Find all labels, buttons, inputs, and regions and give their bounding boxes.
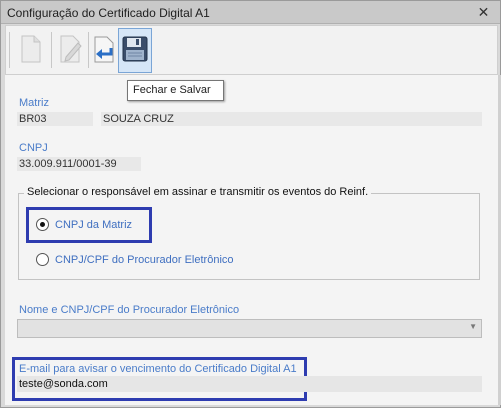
matriz-label: Matriz xyxy=(19,97,49,109)
close-button[interactable]: ✕ xyxy=(475,4,492,20)
cnpj-field: 33.009.911/0001-39 xyxy=(17,157,141,171)
title-bar: Configuração do Certificado Digital A1 ✕ xyxy=(1,1,500,24)
new-button[interactable] xyxy=(14,28,48,73)
cnpj-label: CNPJ xyxy=(19,142,48,154)
toolbar-grip xyxy=(9,32,10,68)
toolbar xyxy=(5,25,498,75)
responsavel-legend: Selecionar o responsável em assinar e tr… xyxy=(24,186,372,198)
matriz-name-field: SOUZA CRUZ xyxy=(101,112,482,126)
save-close-button[interactable] xyxy=(118,28,152,73)
edit-button[interactable] xyxy=(54,28,88,73)
radio-cnpj-matriz-label: CNPJ da Matriz xyxy=(55,218,133,231)
email-field[interactable]: teste@sonda.com xyxy=(17,376,482,392)
procurador-label: Nome e CNPJ/CPF do Procurador Eletrônico xyxy=(19,304,240,316)
tooltip: Fechar e Salvar xyxy=(127,80,224,101)
save-floppy-icon xyxy=(121,35,149,66)
new-document-icon xyxy=(19,34,43,67)
procurador-select[interactable]: ▼ xyxy=(17,319,482,338)
radio-procurador[interactable]: CNPJ/CPF do Procurador Eletrônico xyxy=(36,253,234,266)
toolbar-separator xyxy=(51,32,52,68)
radio-procurador-label: CNPJ/CPF do Procurador Eletrônico xyxy=(55,253,234,266)
window-title: Configuração do Certificado Digital A1 xyxy=(7,6,210,20)
edit-document-icon xyxy=(58,34,84,67)
certificate-config-window: Configuração do Certificado Digital A1 ✕ xyxy=(0,0,501,408)
radio-checked-icon[interactable] xyxy=(36,218,49,231)
radio-unchecked-icon[interactable] xyxy=(36,253,49,266)
radio-cnpj-matriz[interactable]: CNPJ da Matriz xyxy=(36,218,132,231)
undo-arrow-icon xyxy=(91,34,117,67)
email-label: E-mail para avisar o vencimento do Certi… xyxy=(19,363,297,375)
matriz-code-field: BR03 xyxy=(17,112,93,126)
chevron-down-icon[interactable]: ▼ xyxy=(469,322,477,331)
undo-button[interactable] xyxy=(87,28,121,73)
